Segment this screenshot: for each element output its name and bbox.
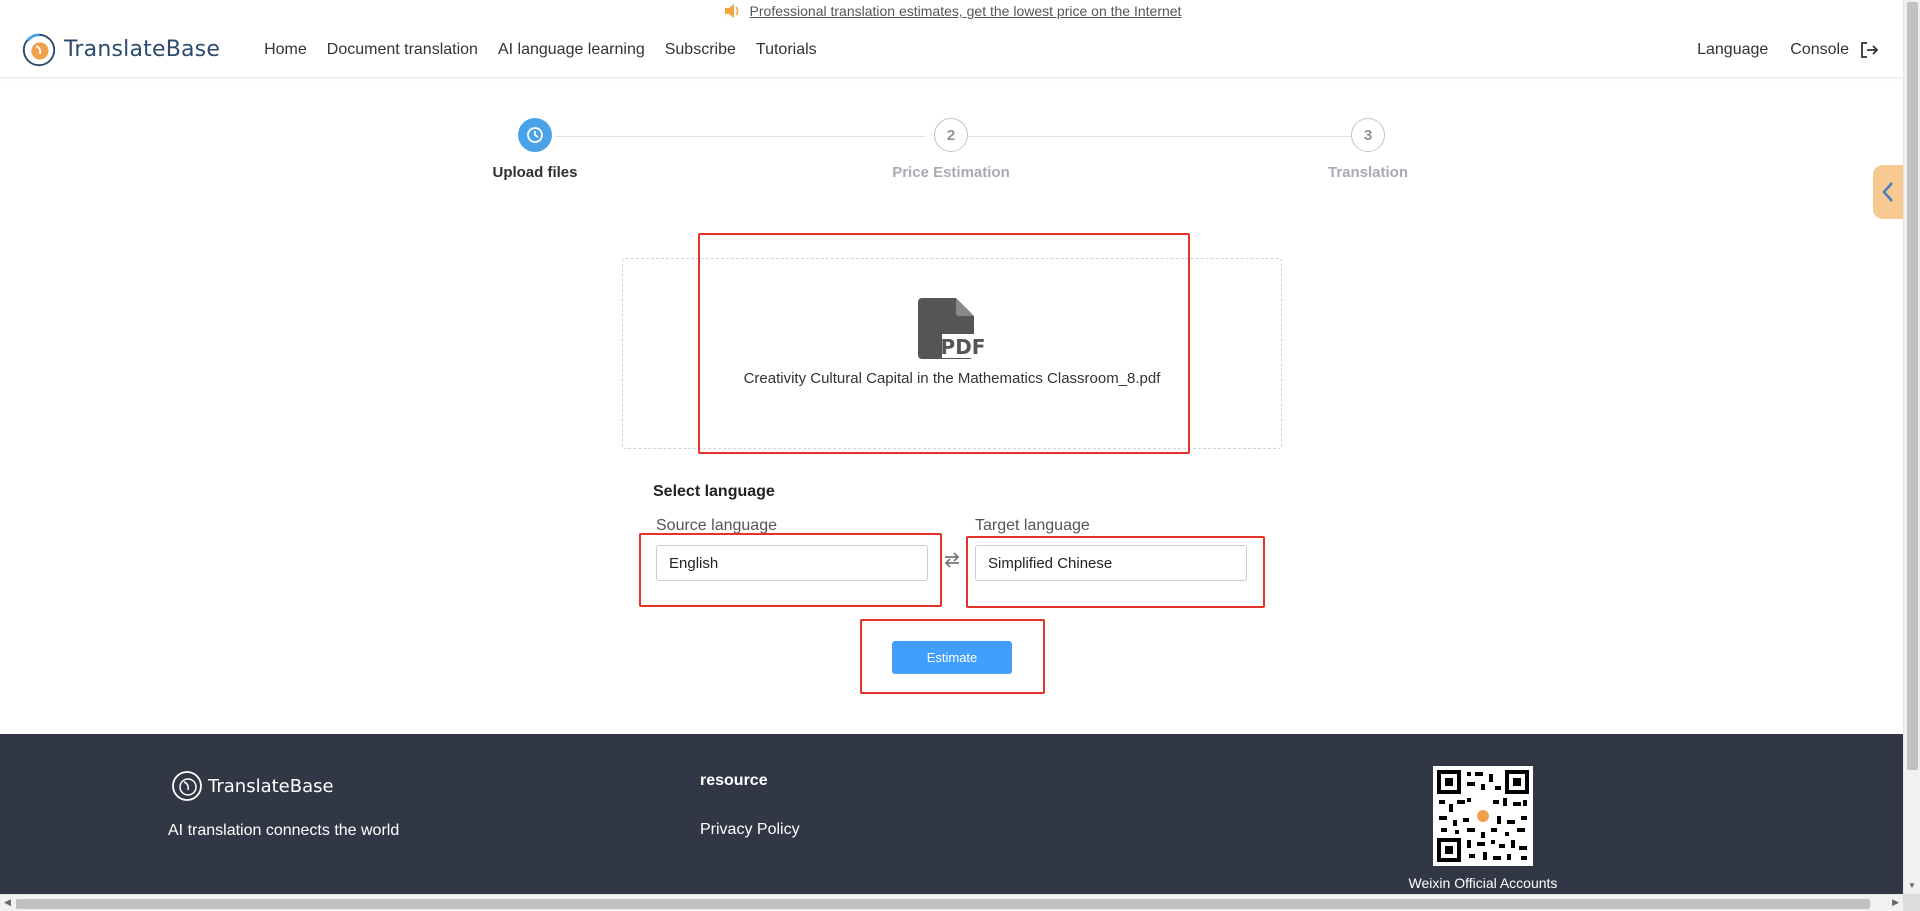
annotation-box-estimate	[860, 619, 1045, 694]
step-label: Translation	[1327, 164, 1409, 181]
swap-languages-icon[interactable]	[942, 550, 962, 570]
step-label: Upload files	[492, 164, 578, 181]
step-connector	[555, 136, 925, 137]
horizontal-scrollbar[interactable]: ◀ ▶	[0, 894, 1903, 911]
brand-name: TranslateBase	[64, 37, 221, 62]
scroll-left-arrow-icon[interactable]: ◀	[4, 897, 11, 908]
nav-home[interactable]: Home	[254, 41, 317, 59]
footer-brand-name: TranslateBase	[208, 775, 334, 797]
scroll-down-arrow-icon[interactable]: ▼	[1908, 881, 1916, 890]
weixin-qr-label: Weixin Official Accounts	[1408, 875, 1558, 891]
nav-tutorials[interactable]: Tutorials	[746, 41, 827, 59]
logout-icon	[1861, 41, 1879, 58]
footer-logo-globe-icon	[172, 771, 202, 801]
step-number: 2	[934, 118, 968, 152]
nav-ai-language-learning[interactable]: AI language learning	[488, 41, 655, 59]
header-actions: Language Console	[1697, 40, 1879, 60]
nav-document-translation[interactable]: Document translation	[317, 41, 488, 59]
logo-globe-icon	[22, 32, 56, 66]
clock-icon	[527, 127, 543, 143]
annotation-box-target	[966, 536, 1265, 608]
speaker-icon	[722, 1, 742, 21]
language-menu[interactable]: Language	[1697, 41, 1768, 59]
step-price-estimation: 2 Price Estimation	[881, 118, 1021, 181]
footer-logo[interactable]: TranslateBase	[170, 769, 334, 803]
horizontal-scroll-thumb[interactable]	[16, 899, 1870, 909]
scroll-right-arrow-icon[interactable]: ▶	[1892, 897, 1899, 908]
vertical-scroll-thumb[interactable]	[1907, 2, 1918, 770]
footer-resource-heading: resource	[700, 772, 768, 789]
step-upload-files: Upload files	[465, 118, 605, 181]
nav-subscribe[interactable]: Subscribe	[655, 41, 746, 59]
target-language-label: Target language	[975, 517, 1090, 534]
footer-tagline: AI translation connects the world	[168, 822, 400, 839]
vertical-scrollbar[interactable]: ▼	[1903, 0, 1920, 894]
annotation-box-upload	[698, 233, 1190, 454]
console-label: Console	[1790, 40, 1849, 58]
select-language-heading: Select language	[653, 483, 775, 500]
site-footer: TranslateBase AI translation connects th…	[0, 734, 1903, 894]
privacy-policy-link[interactable]: Privacy Policy	[700, 821, 800, 839]
scrollbar-corner	[1903, 894, 1920, 911]
announcement-link[interactable]: Professional translation estimates, get …	[750, 3, 1182, 19]
step-connector	[968, 136, 1351, 137]
announcement-bar: Professional translation estimates, get …	[0, 0, 1903, 22]
brand-logo[interactable]: TranslateBase	[20, 31, 220, 69]
qr-code-icon	[1437, 770, 1529, 862]
step-number: 3	[1351, 118, 1385, 152]
step-active-indicator	[518, 118, 552, 152]
annotation-box-source	[639, 533, 942, 607]
top-navbar: TranslateBase Home Document translation …	[0, 22, 1903, 78]
step-translation: 3 Translation	[1298, 118, 1438, 181]
weixin-qr-code	[1433, 766, 1533, 866]
main-nav: Home Document translation AI language le…	[254, 41, 827, 59]
step-label: Price Estimation	[892, 164, 1010, 181]
console-link[interactable]: Console	[1790, 40, 1879, 60]
progress-steps: Upload files 2 Price Estimation 3 Transl…	[0, 118, 1903, 198]
